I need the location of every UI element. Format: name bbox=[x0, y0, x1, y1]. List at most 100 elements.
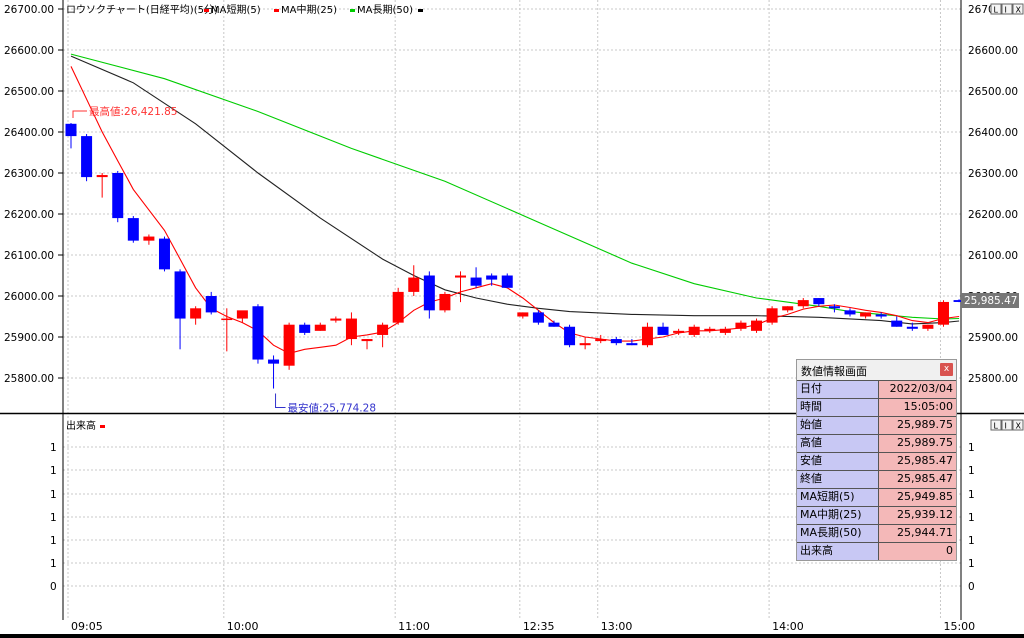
y-tick-label-right: 26400.00 bbox=[968, 127, 1018, 139]
volume-tick-label-left: 1 bbox=[50, 442, 57, 454]
panel-button-label: L bbox=[994, 6, 999, 15]
candle-body bbox=[268, 359, 280, 364]
volume-tick-label-left: 1 bbox=[50, 512, 57, 524]
candle-body bbox=[595, 339, 607, 342]
x-tick-label: 15:00 bbox=[943, 620, 975, 633]
candle-body bbox=[906, 326, 918, 329]
info-row-label: 日付 bbox=[797, 381, 879, 398]
candle-body bbox=[626, 343, 638, 346]
y-tick-label-left: 26500.00 bbox=[4, 86, 54, 98]
candle-body bbox=[860, 312, 872, 317]
y-tick-label-left: 26200.00 bbox=[4, 209, 54, 221]
info-row-value: 15:05:00 bbox=[879, 399, 956, 416]
legend-label: MA中期(25) bbox=[281, 3, 337, 16]
candle-body bbox=[408, 277, 420, 292]
info-row-label: 時間 bbox=[797, 399, 879, 416]
x-axis-bg bbox=[0, 620, 1024, 634]
info-row-value: 25,985.47 bbox=[879, 471, 956, 488]
candle-body bbox=[486, 275, 498, 280]
y-tick-label-left: 26600.00 bbox=[4, 45, 54, 57]
candle-body bbox=[548, 322, 560, 327]
info-row: 日付 2022/03/04 bbox=[797, 380, 956, 398]
candle-body bbox=[221, 318, 233, 321]
low-callout-label: 最安値:25,774.28 bbox=[288, 402, 376, 415]
info-row: 安値 25,985.47 bbox=[797, 452, 956, 470]
candle-body bbox=[922, 324, 934, 329]
panel-button-i[interactable] bbox=[1001, 3, 1013, 15]
info-row-value: 25,944.71 bbox=[879, 525, 956, 542]
x-tick-label: 10:00 bbox=[227, 620, 259, 633]
info-row-value: 25,989.75 bbox=[879, 417, 956, 434]
candle-body bbox=[330, 318, 342, 321]
candle-body bbox=[657, 326, 669, 335]
y-tick-label-right: 25800.00 bbox=[968, 373, 1018, 385]
close-button[interactable]: x bbox=[940, 363, 953, 376]
y-tick-label-right: 26300.00 bbox=[968, 168, 1018, 180]
candle-body bbox=[501, 275, 513, 288]
candle-body bbox=[937, 301, 949, 325]
candle-body bbox=[688, 326, 700, 335]
info-row-value: 25,949.85 bbox=[879, 489, 956, 506]
volume-legend-swatch bbox=[100, 425, 105, 428]
y-tick-label-left: 26700.00 bbox=[4, 4, 54, 16]
candle-body bbox=[361, 339, 373, 342]
candle-body bbox=[345, 318, 357, 340]
last-value-text: 25,985.47 bbox=[964, 295, 1017, 307]
legend-swatch bbox=[274, 9, 279, 12]
candle-body bbox=[127, 218, 139, 241]
info-panel: 数値情報画面 x 日付 2022/03/04 時間 15:05:00 始値 25,989.… bbox=[796, 359, 957, 561]
candle-body bbox=[579, 343, 591, 346]
info-row-label: 出来高 bbox=[797, 543, 879, 560]
candle-body bbox=[299, 324, 311, 333]
panel-button-i[interactable] bbox=[1001, 419, 1013, 431]
info-row: 時間 15:05:00 bbox=[797, 398, 956, 416]
info-row-label: 終値 bbox=[797, 471, 879, 488]
y-tick-label-left: 26000.00 bbox=[4, 291, 54, 303]
info-row-value: 25,985.47 bbox=[879, 453, 956, 470]
candle-body bbox=[143, 236, 155, 241]
y-tick-label-left: 26400.00 bbox=[4, 127, 54, 139]
info-row: 始値 25,989.75 bbox=[797, 416, 956, 434]
info-row-label: 始値 bbox=[797, 417, 879, 434]
candle-body bbox=[751, 320, 763, 331]
y-tick-label-left: 25900.00 bbox=[4, 332, 54, 344]
panel-button-label: X bbox=[1016, 6, 1022, 15]
panel-button-label: I bbox=[1005, 6, 1007, 15]
price-panel-bg bbox=[0, 0, 1024, 413]
candle-body bbox=[455, 275, 466, 278]
x-tick-label: 13:00 bbox=[601, 620, 633, 633]
x-tick-label: 09:05 bbox=[71, 620, 103, 633]
volume-tick-label-right: 1 bbox=[968, 512, 975, 524]
legend-swatch bbox=[350, 9, 355, 12]
candle-body bbox=[735, 322, 747, 329]
high-callout-label: 最高値:26,421.85 bbox=[89, 105, 177, 118]
candle-body bbox=[766, 308, 778, 323]
legend-swatch bbox=[418, 9, 423, 12]
candle-body bbox=[377, 324, 389, 335]
candle-body bbox=[81, 136, 93, 178]
volume-tick-label-left: 1 bbox=[50, 465, 57, 477]
volume-tick-label-right: 1 bbox=[968, 442, 975, 454]
volume-tick-label-right: 1 bbox=[968, 535, 975, 547]
info-row-label: 高値 bbox=[797, 435, 879, 452]
info-row-value: 25,939.12 bbox=[879, 507, 956, 524]
info-row: MA長期(50) 25,944.71 bbox=[797, 524, 956, 542]
candle-body bbox=[236, 310, 248, 319]
candle-body bbox=[797, 300, 809, 307]
volume-tick-label-left: 1 bbox=[50, 535, 57, 547]
candle-body bbox=[470, 277, 482, 286]
candle-body bbox=[828, 306, 840, 309]
info-panel-title: 数値情報画面 bbox=[801, 365, 867, 378]
volume-tick-label-right: 1 bbox=[968, 465, 975, 477]
candle-body bbox=[844, 310, 856, 315]
legend-label: MA長期(50) bbox=[357, 4, 413, 16]
candle-body bbox=[252, 306, 264, 360]
y-tick-label-left: 26100.00 bbox=[4, 250, 54, 262]
candle-body bbox=[813, 298, 825, 305]
x-tick-label: 12:35 bbox=[523, 620, 555, 633]
info-row: 終値 25,985.47 bbox=[797, 470, 956, 488]
info-row: MA中期(25) 25,939.12 bbox=[797, 506, 956, 524]
info-row: MA短期(5) 25,949.85 bbox=[797, 488, 956, 506]
candle-body bbox=[891, 320, 903, 327]
info-row-value: 0 bbox=[879, 543, 956, 560]
